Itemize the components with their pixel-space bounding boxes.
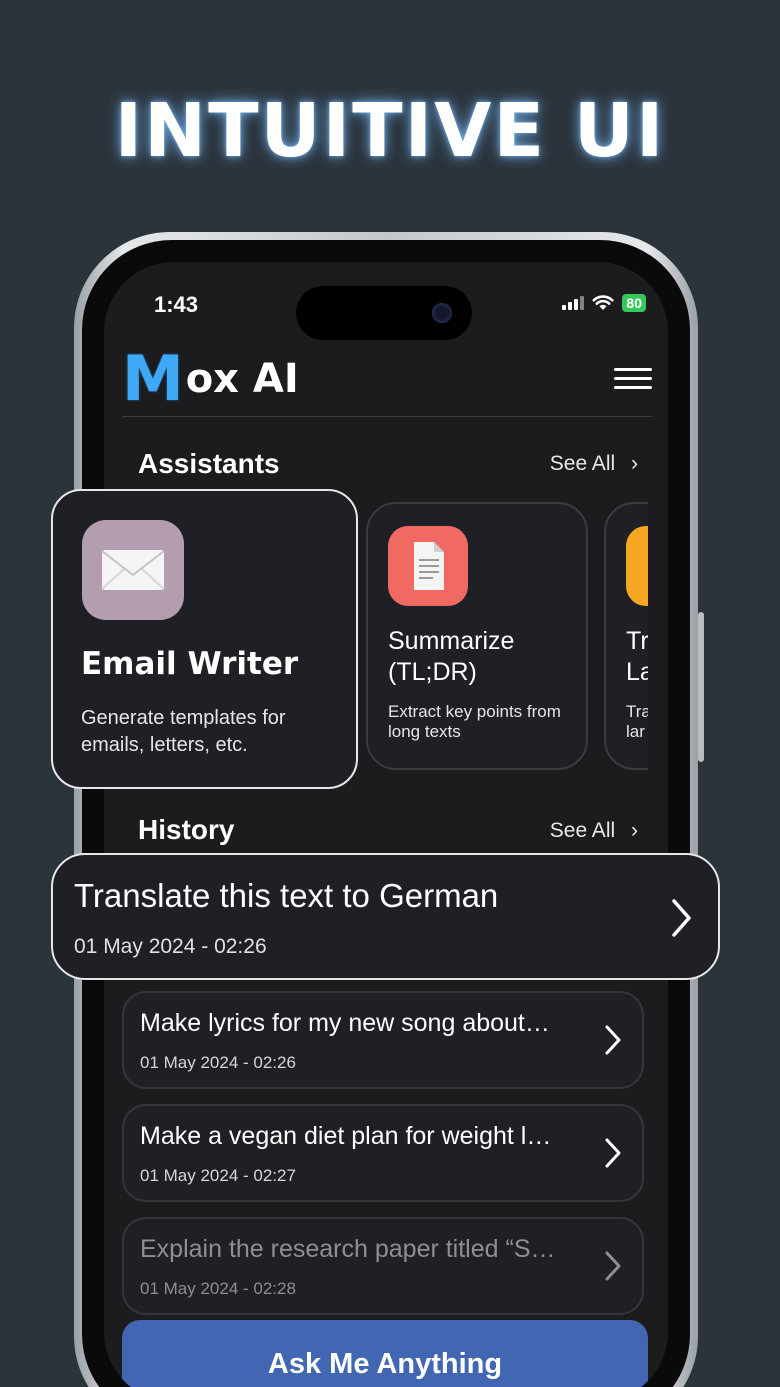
chevron-right-icon [605, 1138, 621, 1168]
card-title: Email Writer [81, 646, 299, 682]
history-item-title: Explain the research paper titled “S… [140, 1235, 556, 1263]
history-see-all[interactable]: See All › [550, 819, 638, 843]
history-title: History [138, 814, 235, 845]
card-description: Generate templates for emails, letters, … [81, 707, 286, 756]
header-divider [122, 416, 652, 417]
chevron-right-icon [605, 1025, 621, 1055]
history-item-title: Make a vegan diet plan for weight l… [140, 1122, 552, 1150]
cellular-signal-icon [562, 296, 585, 310]
assistant-card-translate[interactable]: Tr La Tra lar [604, 502, 648, 770]
assistant-card-summarize[interactable]: Summarize (TL;DR) Extract key points fro… [366, 502, 588, 770]
headline: INTUITIVE UI [114, 88, 666, 174]
wifi-icon [592, 295, 614, 310]
history-item[interactable]: Make a vegan diet plan for weight l… 01 … [122, 1104, 644, 1202]
side-button [698, 612, 704, 762]
history-item-date: 01 May 2024 - 02:26 [140, 1053, 296, 1072]
hamburger-menu-icon[interactable] [614, 368, 652, 390]
assistant-card-clip: Tr La Tra lar [604, 502, 648, 770]
assistants-see-all[interactable]: See All › [550, 452, 638, 476]
envelope-icon [82, 520, 184, 620]
app-logo: M ox AI [122, 348, 299, 410]
dynamic-island [296, 286, 472, 340]
status-time: 1:43 [154, 292, 199, 317]
history-item-date: 01 May 2024 - 02:26 [74, 935, 267, 958]
chevron-right-icon [672, 899, 691, 937]
history-item[interactable]: Make lyrics for my new song about… 01 Ma… [122, 991, 644, 1089]
card-title: Summarize (TL;DR) [388, 627, 515, 686]
assistants-title: Assistants [138, 448, 280, 479]
see-all-label: See All [549, 819, 616, 842]
see-all-label: See All [549, 452, 616, 475]
history-item-date: 01 May 2024 - 02:27 [140, 1166, 296, 1185]
card-description: Tra lar [626, 702, 648, 741]
camera-icon [432, 303, 452, 323]
chevron-right-icon [605, 1251, 621, 1281]
status-icons: 80 [562, 294, 646, 312]
history-item-title: Make lyrics for my new song about… [140, 1009, 550, 1037]
card-title: Tr La [626, 627, 648, 686]
history-item[interactable]: Explain the research paper titled “S… 01… [122, 1217, 644, 1315]
translate-icon [626, 526, 648, 606]
chevron-right-icon: › [631, 452, 638, 475]
assistant-card-email-writer[interactable]: Email Writer Generate templates for emai… [51, 489, 358, 789]
history-item-highlighted[interactable]: Translate this text to German 01 May 202… [51, 853, 720, 980]
chevron-right-icon: › [631, 819, 638, 842]
card-description: Extract key points from long texts [388, 702, 561, 741]
history-item-title: Translate this text to German [74, 877, 499, 914]
logo-text: ox AI [185, 356, 299, 402]
phone-screen: 1:43 80 M ox AI Assistants See All › Sum… [104, 262, 668, 1387]
document-icon [388, 526, 468, 606]
battery-indicator: 80 [622, 294, 646, 312]
history-item-date: 01 May 2024 - 02:28 [140, 1279, 296, 1298]
phone-frame: 1:43 80 M ox AI Assistants See All › Sum… [74, 232, 704, 1387]
ask-me-anything-button[interactable]: Ask Me Anything [122, 1320, 648, 1387]
logo-m-letter: M [122, 342, 184, 415]
